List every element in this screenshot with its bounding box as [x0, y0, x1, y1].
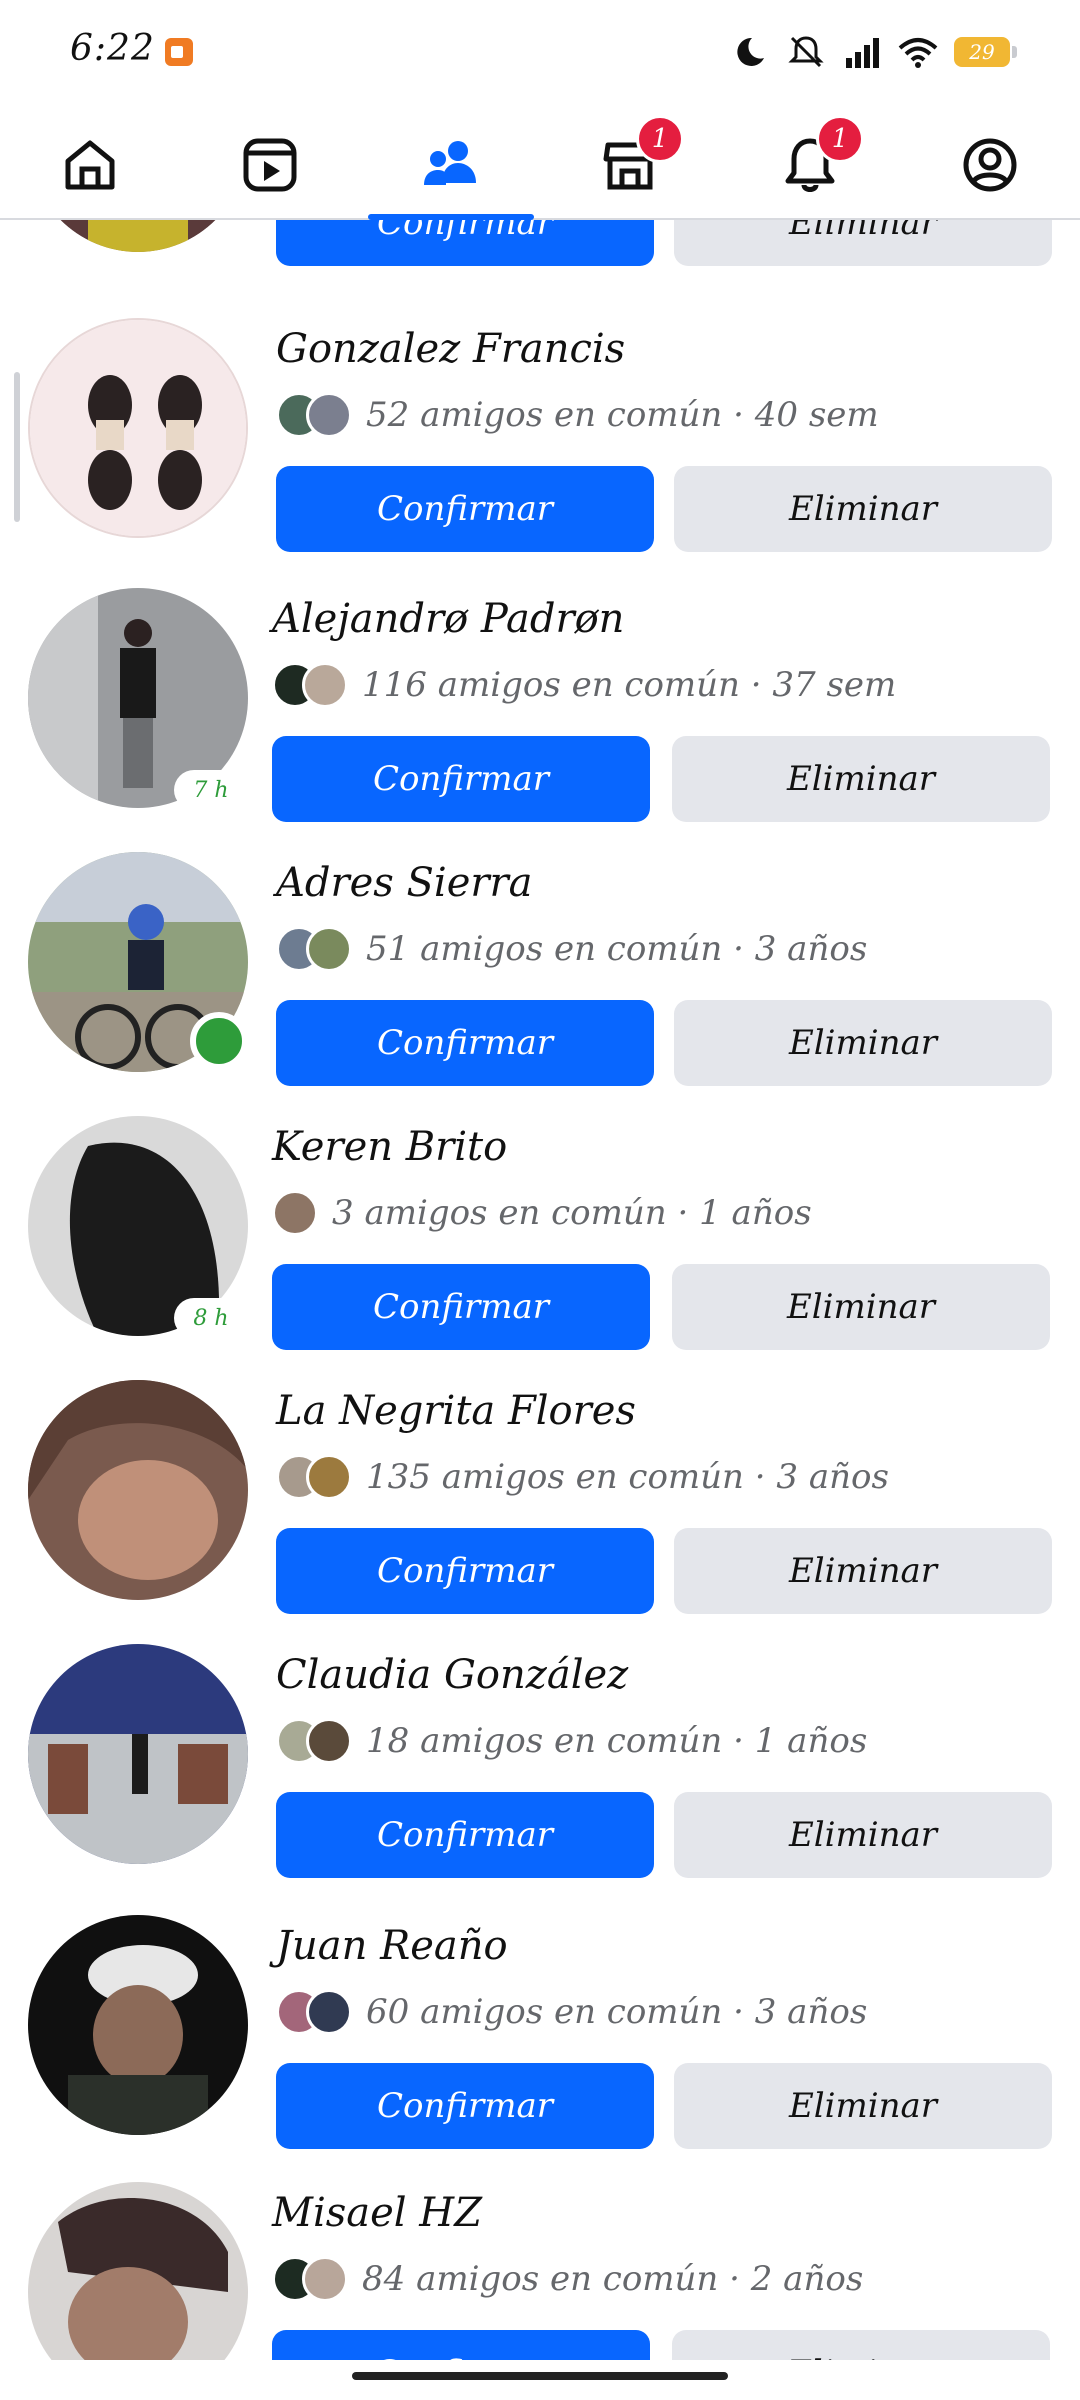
mutual-avatar [306, 1718, 352, 1764]
mutual-avatar [302, 2256, 348, 2302]
status-icons: 29 [730, 30, 1017, 74]
confirm-button[interactable]: Confirmar [276, 1792, 654, 1878]
friend-request-row: Juan Reaño 60 amigos en común · 3 años C… [0, 1897, 1080, 2162]
requester-name[interactable]: La Negrita Flores [276, 1388, 636, 1434]
signal-icon [846, 38, 879, 68]
nav-profile[interactable] [950, 125, 1030, 205]
marketplace-badge: 1 [636, 115, 684, 163]
mutual-friends: 116 amigos en común · 37 sem [272, 655, 896, 715]
friend-request-row: La Negrita Flores 135 amigos en común · … [0, 1362, 1080, 1627]
do-not-disturb-icon [737, 37, 764, 66]
mutual-avatar [302, 662, 348, 708]
nav-friends[interactable] [410, 125, 490, 205]
mutual-friends-text: 135 amigos en común · 3 años [366, 1457, 889, 1497]
delete-button[interactable]: Eliminar [674, 220, 1052, 266]
avatar[interactable] [28, 220, 248, 252]
status-bar: 6:22 29 [0, 0, 1080, 105]
home-indicator[interactable] [352, 2372, 728, 2380]
nav-marketplace[interactable]: 1 [590, 115, 684, 205]
mutual-friends-text: 116 amigos en común · 37 sem [362, 665, 897, 705]
friend-request-row: Claudia González 18 amigos en común · 1 … [0, 1626, 1080, 1891]
mutual-friends: 52 amigos en común · 40 sem [276, 385, 879, 445]
battery-indicator: 29 [954, 37, 1017, 67]
confirm-button[interactable]: Confirmar [272, 736, 650, 822]
notifications-badge: 1 [816, 115, 864, 163]
home-icon [65, 140, 115, 190]
requester-name[interactable]: Juan Reaño [276, 1923, 508, 1969]
clock: 6:22 [70, 28, 155, 69]
mutual-avatar [272, 1190, 318, 1236]
active-time-badge: 8 h [176, 1300, 246, 1336]
active-time-badge: 7 h [176, 772, 246, 808]
mute-icon [788, 36, 824, 68]
delete-button[interactable]: Eliminar [674, 1000, 1052, 1086]
confirm-button[interactable]: Confirmar [272, 1264, 650, 1350]
delete-button[interactable]: Eliminar [672, 736, 1050, 822]
mutual-friends: 3 amigos en común · 1 años [272, 1183, 812, 1243]
avatar[interactable] [28, 1644, 248, 1864]
confirm-button[interactable]: Confirmar [276, 220, 654, 266]
avatar[interactable] [28, 1380, 248, 1600]
mutual-friends-text: 18 amigos en común · 1 años [366, 1721, 868, 1761]
confirm-button[interactable]: Confirmar [272, 2330, 650, 2360]
friend-request-row: Gonzalez Francis 52 amigos en común · 40… [0, 300, 1080, 565]
nav-notifications[interactable]: 1 [770, 115, 864, 205]
mutual-friends: 84 amigos en común · 2 años [272, 2249, 863, 2309]
scrollbar[interactable] [14, 372, 20, 522]
mutual-avatar [306, 1454, 352, 1500]
mutual-friends: 51 amigos en común · 3 años [276, 919, 867, 979]
top-nav: 1 1 [0, 105, 1080, 220]
delete-button[interactable]: Eliminar [672, 1264, 1050, 1350]
mutual-friends-text: 52 amigos en común · 40 sem [366, 395, 879, 435]
wifi-icon [898, 38, 938, 68]
friend-requests-list[interactable]: Confirmar Eliminar Gonzalez Francis 52 a… [0, 220, 1080, 2360]
confirm-button[interactable]: Confirmar [276, 466, 654, 552]
mutual-avatar [306, 1989, 352, 2035]
delete-button[interactable]: Eliminar [672, 2330, 1050, 2360]
mutual-friends-text: 84 amigos en común · 2 años [362, 2259, 864, 2299]
delete-button[interactable]: Eliminar [674, 466, 1052, 552]
requester-name[interactable]: Keren Brito [272, 1124, 507, 1170]
requester-name[interactable]: Adres Sierra [276, 860, 532, 906]
profile-icon [963, 138, 1017, 192]
nav-video[interactable] [230, 125, 310, 205]
nav-home[interactable] [50, 125, 130, 205]
mutual-avatar [306, 926, 352, 972]
delete-button[interactable]: Eliminar [674, 2063, 1052, 2149]
friend-request-row: 7 h Alejandrø Padrøn 116 amigos en común… [0, 570, 1080, 835]
confirm-button[interactable]: Confirmar [276, 2063, 654, 2149]
avatar[interactable] [28, 1915, 248, 2135]
avatar[interactable] [28, 318, 248, 538]
friends-icon [424, 141, 476, 185]
confirm-button[interactable]: Confirmar [276, 1000, 654, 1086]
delete-button[interactable]: Eliminar [674, 1792, 1052, 1878]
requester-name[interactable]: Gonzalez Francis [276, 326, 625, 372]
mutual-friends: 135 amigos en común · 3 años [276, 1447, 889, 1507]
mutual-friends-text: 3 amigos en común · 1 años [332, 1193, 812, 1233]
friend-request-row: 8 h Keren Brito 3 amigos en común · 1 añ… [0, 1098, 1080, 1363]
friend-request-row: Confirmar Eliminar [0, 220, 1080, 279]
mutual-friends: 18 amigos en común · 1 años [276, 1711, 867, 1771]
video-icon [243, 138, 297, 192]
mutual-avatar [306, 392, 352, 438]
requester-name[interactable]: Claudia González [276, 1652, 628, 1698]
requester-name[interactable]: Misael HZ [272, 2190, 482, 2236]
screen-record-icon [165, 38, 193, 66]
friend-request-row: Adres Sierra 51 amigos en común · 3 años… [0, 834, 1080, 1099]
mutual-friends-text: 60 amigos en común · 3 años [366, 1992, 868, 2032]
delete-button[interactable]: Eliminar [674, 1528, 1052, 1614]
avatar[interactable] [28, 2182, 248, 2360]
friend-request-row: Misael HZ 84 amigos en común · 2 años Co… [0, 2164, 1080, 2360]
online-status-indicator [190, 1012, 248, 1070]
mutual-friends-text: 51 amigos en común · 3 años [366, 929, 868, 969]
mutual-friends: 60 amigos en común · 3 años [276, 1982, 867, 2042]
requester-name[interactable]: Alejandrø Padrøn [272, 596, 624, 642]
confirm-button[interactable]: Confirmar [276, 1528, 654, 1614]
